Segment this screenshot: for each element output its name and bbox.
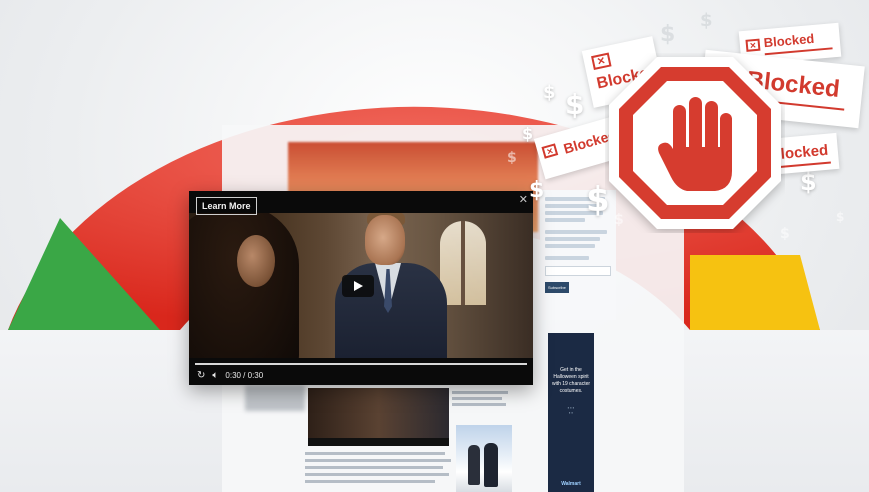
subscribe-button[interactable]: Subscribe (545, 282, 569, 293)
article-video-thumbnail[interactable] (308, 388, 449, 446)
blocked-x-icon: ✕ (541, 143, 559, 159)
dollar-sign: $ (565, 88, 585, 121)
dollar-sign: $ (836, 210, 845, 224)
play-icon[interactable] (342, 275, 374, 297)
blocked-x-icon: ✕ (745, 38, 761, 52)
progress-bar[interactable] (195, 363, 527, 365)
email-field[interactable] (545, 266, 611, 276)
scene-window (440, 221, 486, 305)
dollar-sign: $ (800, 168, 817, 196)
ad-headline: Get in the Halloween spirit with 19 char… (551, 367, 591, 394)
blocked-label: Blocked (763, 30, 815, 51)
sidebar-text-line (545, 244, 595, 248)
screen: Subscribe Get in the Halloween spirit wi… (0, 0, 869, 492)
sidebar-text-line (545, 230, 607, 234)
video-frame[interactable] (189, 213, 533, 358)
sidebar-text-line (545, 218, 585, 222)
progress-fill (195, 363, 527, 365)
dollar-sign: $ (700, 10, 713, 31)
dollar-sign: $ (529, 178, 545, 203)
time-display: 0:30 / 0:30 (225, 370, 264, 380)
scene-man-head (365, 215, 405, 265)
volume-icon[interactable]: 🔈︎ (212, 370, 218, 381)
hand-stop-icon (609, 57, 781, 229)
article-photo (456, 425, 512, 492)
replay-icon[interactable]: ↻ (197, 370, 205, 381)
close-icon[interactable]: ✕ (519, 193, 528, 206)
dollar-sign: $ (543, 82, 556, 103)
scene-woman (189, 213, 299, 358)
article-text-snippet (452, 388, 512, 412)
dollar-sign: $ (522, 124, 534, 143)
dollar-sign: $ (507, 150, 517, 166)
player-controls: ↻ 🔈︎ 0:30 / 0:30 (197, 368, 263, 382)
learn-more-button[interactable]: Learn More (196, 197, 257, 215)
article-video-controls (308, 438, 449, 446)
ad-brand: Walmart (561, 481, 581, 487)
video-ad-player[interactable]: Learn More ✕ ↻ 🔈︎ 0:30 / 0:30 (189, 191, 533, 385)
scene-woman-face (237, 235, 275, 287)
article-body-text (305, 448, 453, 492)
blurred-card (245, 385, 305, 411)
dollar-sign: $ (660, 22, 676, 47)
sidebar-ad[interactable]: Get in the Halloween spirit with 19 char… (548, 333, 594, 492)
sidebar-text-line (545, 237, 600, 241)
sidebar-text-line (545, 256, 589, 260)
ad-fineprint: ▪ ▪ ▪ ▪ ▪ (567, 405, 575, 415)
